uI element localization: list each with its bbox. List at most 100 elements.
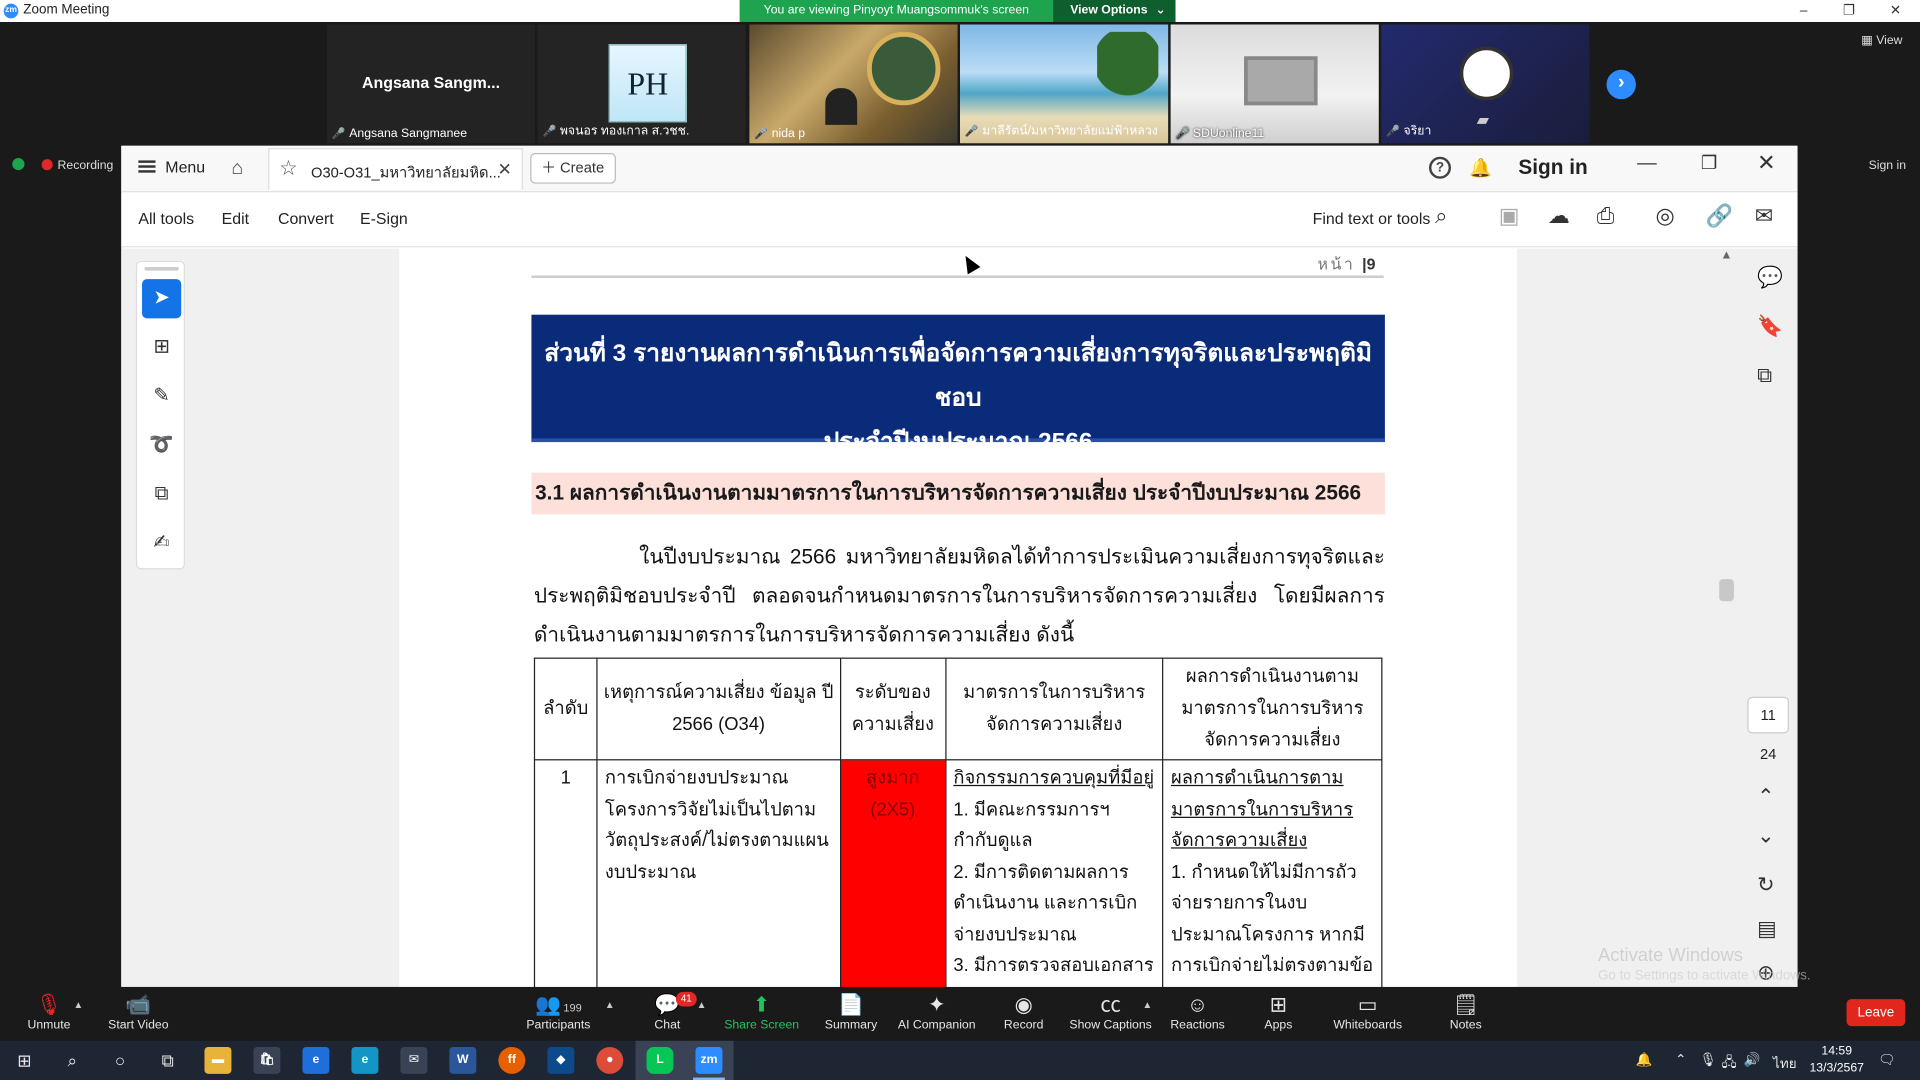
next-page-arrow-icon[interactable]: › — [1606, 69, 1636, 100]
acrobat-close-icon[interactable]: ✕ — [1757, 151, 1775, 177]
zoom-taskbar-icon[interactable]: zm — [695, 1046, 723, 1074]
summary-button[interactable]: 📄 Summary — [802, 992, 900, 1032]
whiteboards-button[interactable]: ▭ Whiteboards — [1319, 992, 1417, 1032]
record-button[interactable]: ◉ Record — [975, 992, 1073, 1032]
bell-icon[interactable]: 🔔 — [1469, 157, 1492, 179]
close-window-button[interactable]: ✕ — [1873, 0, 1917, 22]
edge-icon[interactable]: e — [351, 1046, 379, 1074]
unmute-button[interactable]: 🎙 Unmute ▲ — [0, 992, 98, 1032]
participant-tile[interactable]: ▰ 🎤 จริยา — [1381, 24, 1590, 144]
recording-indicator[interactable]: Recording — [12, 157, 113, 173]
email-icon[interactable]: ✉ — [1755, 203, 1773, 229]
table-row: 1 การเบิกจ่ายงบประมาณโครงการวิจัยไม่เป็น… — [533, 759, 1383, 987]
store-icon[interactable]: 🛍 — [253, 1046, 281, 1074]
rail-grip[interactable] — [144, 266, 179, 271]
zoom-sign-in-link[interactable]: Sign in — [1869, 159, 1906, 172]
bookmark-icon[interactable]: 🔖 — [1757, 315, 1783, 339]
view-options-button[interactable]: View Options ⌄ — [1053, 0, 1176, 23]
participant-tile[interactable]: 🎤 SDUonline11 — [1170, 24, 1379, 144]
app-icon[interactable]: ◆ — [547, 1046, 575, 1074]
window-title: Zoom Meeting — [23, 2, 110, 18]
participant-tile[interactable]: Angsana Sangm... 🎤 Angsana Sangmanee — [326, 24, 536, 144]
line-icon[interactable]: L — [646, 1046, 674, 1074]
tab-convert[interactable]: Convert — [278, 209, 334, 227]
view-button[interactable]: ▦ View — [1861, 34, 1902, 47]
chevron-up-icon[interactable]: ▲ — [605, 999, 615, 1010]
acrobat-minimize-icon[interactable]: — — [1637, 153, 1657, 175]
share-people-icon[interactable]: ◎ — [1656, 203, 1675, 229]
show-hidden-icons[interactable]: ⌃ — [1675, 1052, 1686, 1068]
link-icon[interactable]: 🔗 — [1706, 203, 1733, 229]
chat-button[interactable]: 💬 41 Chat ▲ — [618, 991, 716, 1032]
add-comment-icon[interactable]: ⊞ — [142, 328, 181, 367]
task-view-icon[interactable]: ⧉ — [156, 1048, 180, 1072]
start-video-button[interactable]: 📹 Start Video — [89, 992, 187, 1032]
chevron-down-icon: ⌄ — [1155, 3, 1166, 18]
document-view-icon[interactable]: ▤ — [1757, 917, 1777, 941]
mail-icon[interactable]: ✉ — [400, 1046, 428, 1074]
notification-avatar-icon[interactable]: 🔔 — [1636, 1052, 1653, 1068]
scroll-thumb[interactable] — [1719, 579, 1734, 602]
microphone-icon[interactable]: 🎙 — [1700, 1052, 1717, 1068]
search-icon[interactable]: ⌕ — [1435, 203, 1447, 229]
document-tab[interactable]: ☆ O30-O31_มหาวิทยาลัยมหิด... ✕ — [268, 148, 523, 190]
page-up-icon[interactable]: ⌃ — [1757, 785, 1774, 809]
cortana-icon[interactable]: ○ — [108, 1048, 132, 1072]
restore-button[interactable]: ❐ — [1827, 0, 1871, 22]
vertical-scrollbar[interactable]: ▲ — [1713, 249, 1737, 987]
word-icon[interactable]: W — [449, 1046, 477, 1074]
acrobat-restore-icon[interactable]: ❐ — [1701, 152, 1717, 174]
zoom-control-bar: 🎙 Unmute ▲ 📹 Start Video 👥 199 Participants ▲ … — [0, 986, 1920, 1041]
tab-edit[interactable]: Edit — [222, 209, 249, 227]
ai-companion-button[interactable]: ✦ AI Companion — [888, 992, 986, 1032]
close-tab-icon[interactable]: ✕ — [497, 159, 511, 180]
star-icon[interactable]: ☆ — [279, 157, 298, 181]
volume-icon[interactable]: 🔊 — [1744, 1052, 1761, 1068]
chrome-icon[interactable]: ● — [596, 1046, 624, 1074]
home-icon[interactable]: ⌂ — [231, 158, 243, 180]
participant-tile[interactable]: PH 🎤 พจนอร ทองเกาล ส.วชช. — [537, 24, 746, 144]
sign-in-button[interactable]: Sign in — [1518, 156, 1587, 180]
input-language[interactable]: ไทย — [1773, 1052, 1797, 1074]
minimize-button[interactable]: – — [1782, 0, 1826, 22]
show-captions-button[interactable]: ㏄ Show Captions ▲ — [1062, 992, 1160, 1032]
participants-button[interactable]: 👥 199 Participants ▲ — [509, 992, 614, 1032]
internet-explorer-icon[interactable]: e — [302, 1046, 330, 1074]
current-page-input[interactable]: 11 — [1747, 696, 1789, 734]
file-explorer-icon[interactable]: ▬ — [204, 1046, 232, 1074]
sign-pen-icon[interactable]: ✍ — [142, 524, 181, 563]
action-center-icon[interactable]: 🗨 — [1878, 1052, 1895, 1068]
tab-all-tools[interactable]: All tools — [138, 209, 194, 227]
search-icon[interactable]: ⌕ — [60, 1048, 84, 1072]
system-clock[interactable]: 14:59 13/3/2567 — [1805, 1043, 1869, 1077]
select-cursor-icon[interactable]: ➤ — [142, 279, 182, 319]
chevron-up-icon[interactable]: ▲ — [697, 999, 707, 1010]
windows-start-icon[interactable]: ⊞ — [12, 1048, 36, 1072]
create-button[interactable]: ＋ Create — [530, 153, 616, 184]
network-icon[interactable]: 🖧 — [1722, 1052, 1737, 1075]
participant-tile[interactable]: 🎤 มาลีรัตน์/มหาวิทยาลัยแม่ฟ้าหลวง — [960, 24, 1169, 144]
comments-icon[interactable]: 💬 — [1757, 266, 1783, 290]
text-recognition-icon[interactable]: ⧉ — [142, 475, 181, 514]
notes-button[interactable]: 🗒 Notes — [1417, 992, 1515, 1032]
share-screen-button[interactable]: ⬆ Share Screen — [713, 992, 811, 1032]
scroll-up-icon[interactable]: ▲ — [1720, 249, 1732, 262]
tab-e-sign[interactable]: E-Sign — [360, 209, 408, 227]
pages-thumbnail-icon[interactable]: ⧉ — [1757, 364, 1772, 388]
draw-freeform-icon[interactable]: ➰ — [142, 426, 181, 465]
menu-button[interactable]: Menu — [138, 158, 205, 176]
page-down-icon[interactable]: ⌄ — [1757, 824, 1774, 848]
help-icon[interactable]: ? — [1428, 156, 1452, 179]
chevron-up-icon[interactable]: ▲ — [73, 999, 83, 1010]
find-text-or-tools[interactable]: Find text or tools — [1313, 209, 1431, 227]
print-icon[interactable]: ⎙ — [1597, 203, 1615, 229]
video-off-icon: 📹 — [125, 993, 152, 1017]
participant-tile[interactable]: 🎤 nida p — [749, 24, 958, 144]
refresh-icon[interactable]: ↻ — [1757, 873, 1774, 897]
apps-button[interactable]: ⊞ Apps — [1229, 992, 1327, 1032]
leave-button[interactable]: Leave — [1846, 999, 1906, 1027]
firefox-icon[interactable]: ff — [498, 1046, 526, 1074]
upload-cloud-icon[interactable]: ☁ — [1548, 203, 1570, 229]
save-icon[interactable]: ▣ — [1499, 203, 1520, 229]
highlight-pen-icon[interactable]: ✎ — [142, 377, 181, 416]
